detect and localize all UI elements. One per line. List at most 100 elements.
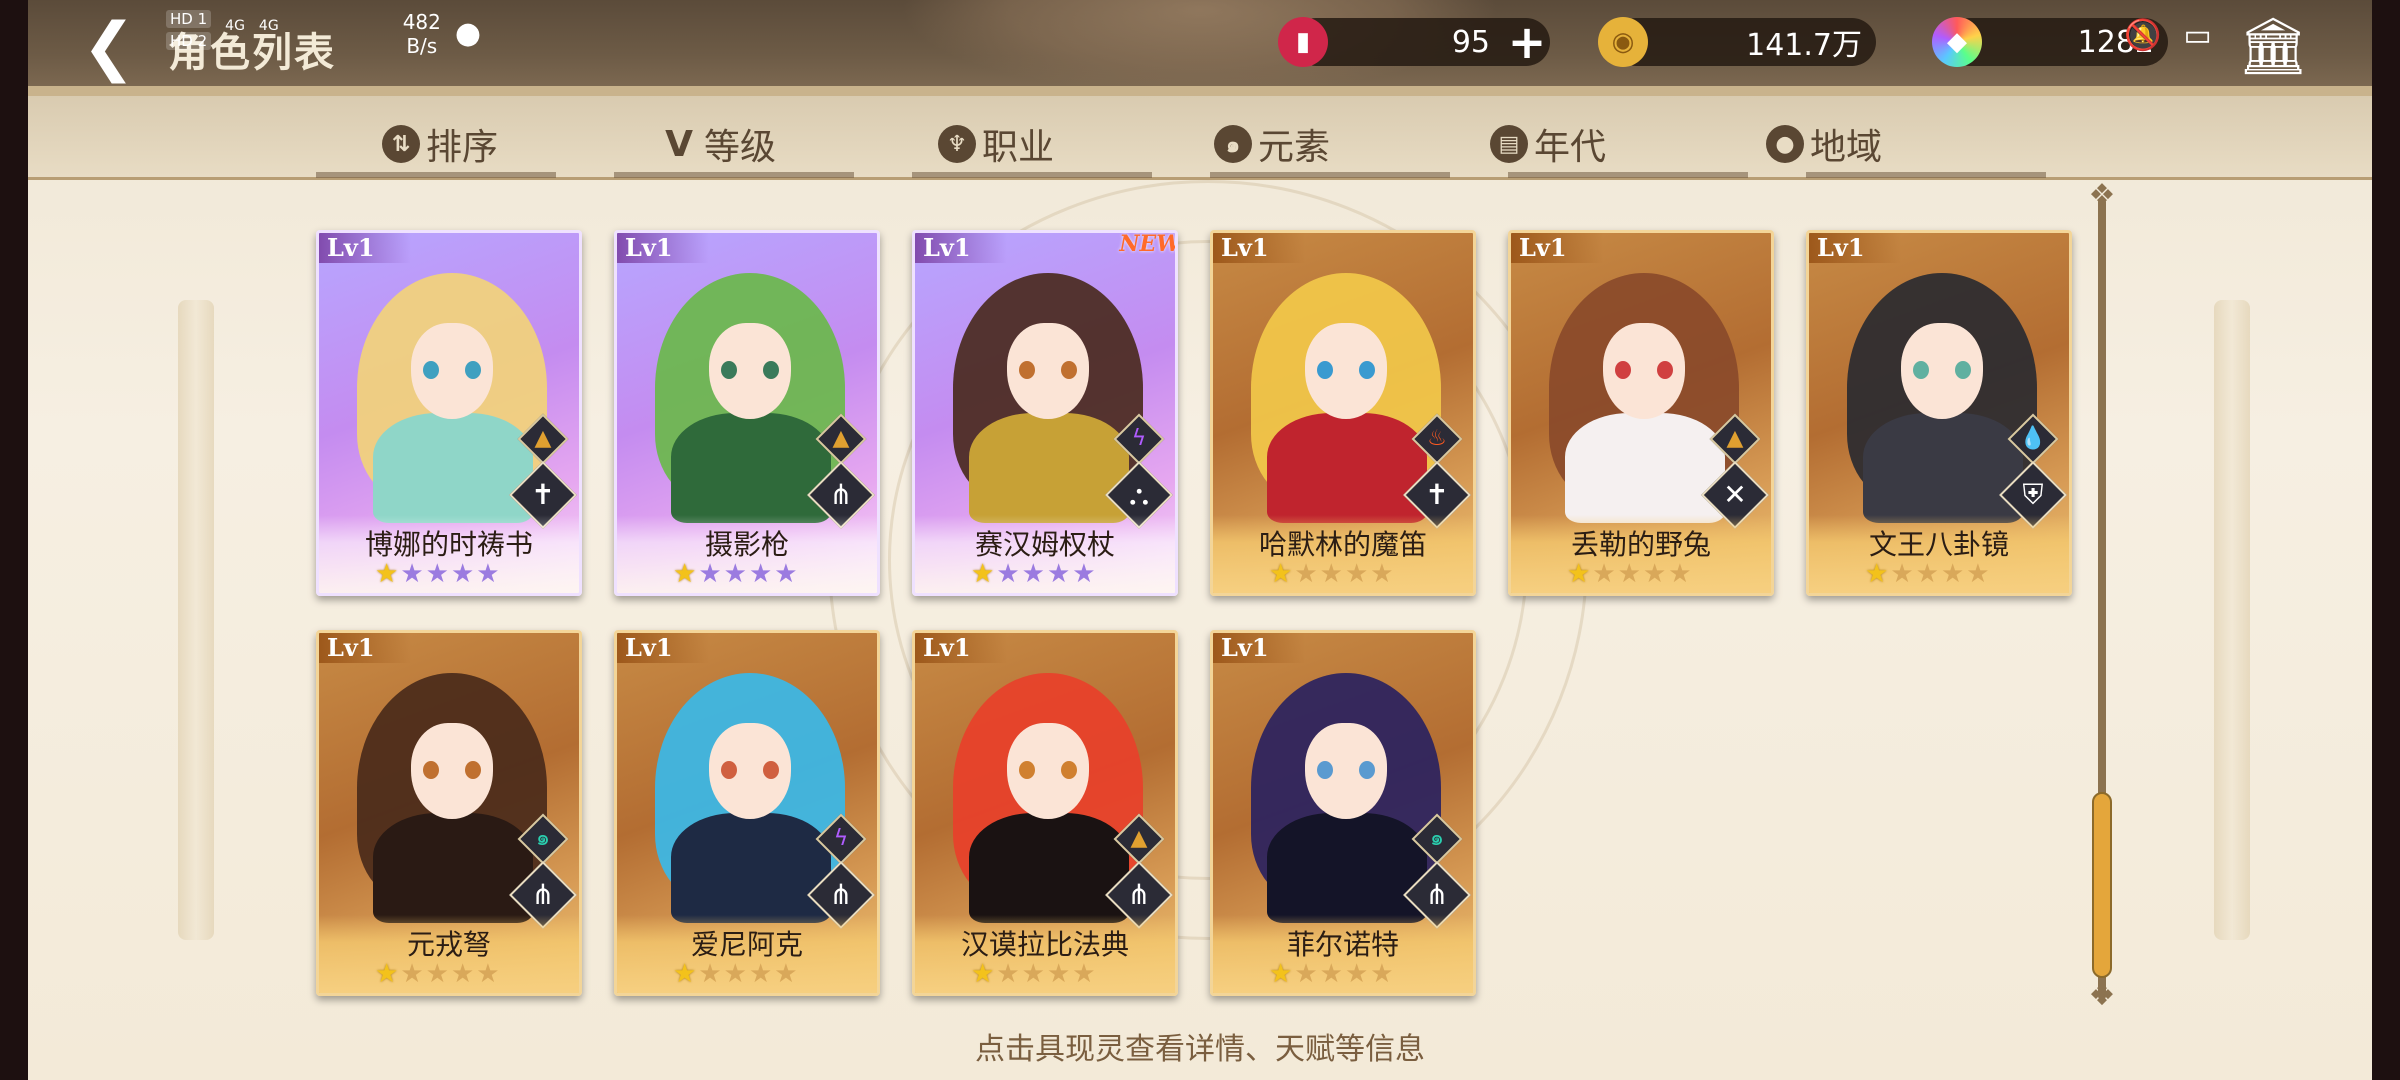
portrait-eye <box>1955 361 1971 379</box>
level-badge: Lv1 <box>319 233 411 263</box>
star-icon: ★ <box>1269 959 1293 989</box>
tab-region[interactable]: ● 地域 <box>1766 118 1882 170</box>
element-wind-icon: ๑ <box>1430 826 1444 851</box>
network-speed-value: 482 <box>402 10 441 34</box>
star-icon: ★ <box>1966 559 1990 589</box>
character-card[interactable]: Lv1 ๑ ⋔ 元戎弩 ★ ★ ★ ★ ★ <box>316 630 582 996</box>
network-speed: 482 B/s <box>403 10 441 58</box>
star-icon: ★ <box>1642 559 1667 589</box>
add-stamina-button[interactable]: + <box>1504 15 1550 69</box>
top-bar-trim <box>28 86 2372 96</box>
scroll-thumb[interactable] <box>2092 792 2112 978</box>
character-name: 赛汉姆权杖 <box>974 528 1115 561</box>
character-card[interactable]: Lv1 ♨ ✝ 哈默林的魔笛 ★ ★ ★ ★ ★ <box>1210 230 1476 596</box>
element-thunder-icon: ϟ <box>833 826 849 851</box>
tab-element[interactable]: ๑ 元素 <box>1214 118 1330 170</box>
star-icon: ★ <box>375 559 399 589</box>
star-icon: ★ <box>1072 959 1096 989</box>
element-wind-icon: ๑ <box>536 826 550 851</box>
tab-class[interactable]: ♆ 职业 <box>938 118 1054 170</box>
character-card[interactable]: Lv1 ▲ ✕ 丢勒的野兔 ★ ★ ★ ★ ★ <box>1508 230 1774 596</box>
star-icon: ★ <box>1668 559 1692 589</box>
tab-class-label: 职业 <box>982 127 1055 168</box>
level-badge: Lv1 <box>617 233 709 263</box>
star-rating: ★ ★ ★ ★ ★ <box>1269 959 1394 989</box>
gold-value: 141.7万 <box>1746 28 1862 63</box>
character-card[interactable]: Lv1 ๑ ⋔ 菲尔诺特 ★ ★ ★ ★ ★ <box>1210 630 1476 996</box>
hd2-indicator: HD 2 <box>166 32 212 50</box>
tab-sort-label: 排序 <box>426 127 499 168</box>
scroll-bottom-ornament-icon: ❖ <box>2088 978 2116 1013</box>
star-icon: ★ <box>425 959 449 989</box>
portrait-eye <box>1657 361 1673 379</box>
star-icon: ★ <box>1319 959 1343 989</box>
character-card[interactable]: Lv1 ϟ ⋔ 爱尼阿克 ★ ★ ★ ★ ★ <box>614 630 880 996</box>
character-card[interactable]: Lv1 ▲ ✝ 博娜的时祷书 ★ ★ ★ ★ ★ <box>316 230 582 596</box>
element-thunder-icon: ϟ <box>1131 426 1147 451</box>
star-icon: ★ <box>1865 559 1889 589</box>
right-letterbox <box>2372 0 2400 1080</box>
currency-stamina[interactable]: ▮ 95 + <box>1278 15 1550 69</box>
battery-icon: ▭ <box>2183 18 2212 53</box>
portrait-outfit <box>1267 413 1427 523</box>
element-earth-icon: ▲ <box>534 426 552 451</box>
portrait-outfit <box>1565 413 1725 523</box>
portrait-outfit <box>1863 413 2023 523</box>
portrait-eye <box>423 761 439 779</box>
portrait-eye <box>1019 361 1035 379</box>
portrait-eye <box>763 761 779 779</box>
star-rating: ★ ★ ★ ★ ★ <box>1567 559 1692 589</box>
museum-icon[interactable]: 🏛 <box>2236 14 2310 80</box>
level-badge: Lv1 <box>1511 233 1603 263</box>
tab-level-label: 等级 <box>704 127 777 168</box>
star-icon: ★ <box>1617 559 1641 589</box>
level-badge: Lv1 <box>915 233 1007 263</box>
portrait-outfit <box>969 813 1129 923</box>
star-icon: ★ <box>1269 559 1293 589</box>
star-icon: ★ <box>1592 559 1616 589</box>
portrait-outfit <box>969 413 1129 523</box>
tab-underline <box>1210 172 1450 178</box>
network-speed-unit: B/s <box>406 34 438 58</box>
class-icon: ✝ <box>1425 478 1449 511</box>
character-card[interactable]: Lv1 ▲ ⋔ 摄影枪 ★ ★ ★ ★ ★ <box>614 230 880 596</box>
star-icon: ★ <box>1294 559 1318 589</box>
star-icon: ★ <box>450 959 475 989</box>
star-icon: ★ <box>1294 959 1318 989</box>
level-badge: Lv1 <box>915 633 1007 663</box>
hint-text: 点击具现灵查看详情、天赋等信息 <box>975 1032 1425 1067</box>
portrait-outfit <box>671 813 831 923</box>
character-name: 摄影枪 <box>704 528 789 561</box>
element-swirl-icon: ๑ <box>1214 125 1252 163</box>
character-card[interactable]: Lv1 ▲ ⋔ 汉谟拉比法典 ★ ★ ★ ★ ★ <box>912 630 1178 996</box>
portrait-eye <box>1359 361 1375 379</box>
portrait-eye <box>763 361 779 379</box>
tab-sort[interactable]: ⇅ 排序 <box>382 118 498 170</box>
back-arrow-icon[interactable]: ❮ <box>82 14 162 80</box>
tab-era[interactable]: ▤ 年代 <box>1490 118 1606 170</box>
star-icon: ★ <box>1890 559 1914 589</box>
portrait-eye <box>465 361 481 379</box>
scroll-top-ornament-icon: ❖ <box>2088 178 2116 213</box>
star-icon: ★ <box>476 559 500 589</box>
class-icon: ⋔ <box>1425 878 1449 911</box>
tab-level[interactable]: V 等级 <box>660 118 776 170</box>
character-card[interactable]: Lv1 💧 ⛨ 文王八卦镜 ★ ★ ★ ★ ★ <box>1806 230 2072 596</box>
system-icons: 🔕 ▭ <box>2124 18 2212 53</box>
class-icon: ✝ <box>531 478 555 511</box>
element-earth-icon: ▲ <box>832 426 850 451</box>
star-icon: ★ <box>1046 559 1071 589</box>
tab-underline <box>316 172 556 178</box>
bell-muted-icon: 🔕 <box>2124 18 2162 53</box>
element-fire-icon: ♨ <box>1427 426 1447 451</box>
element-earth-icon: ▲ <box>1130 826 1148 851</box>
element-water-icon: 💧 <box>2019 426 2047 451</box>
filter-tab-bar <box>28 96 2372 180</box>
character-name: 博娜的时祷书 <box>364 528 533 561</box>
star-icon: ★ <box>425 559 449 589</box>
portrait-eye <box>423 361 439 379</box>
device-status-bar: HD 1 HD 2 4G 4G 482 B/s ● <box>166 10 481 60</box>
character-card[interactable]: Lv1 NEW ϟ ⛬ 赛汉姆权杖 ★ ★ ★ ★ ★ <box>912 230 1178 596</box>
star-icon: ★ <box>996 559 1020 589</box>
star-icon: ★ <box>971 559 995 589</box>
